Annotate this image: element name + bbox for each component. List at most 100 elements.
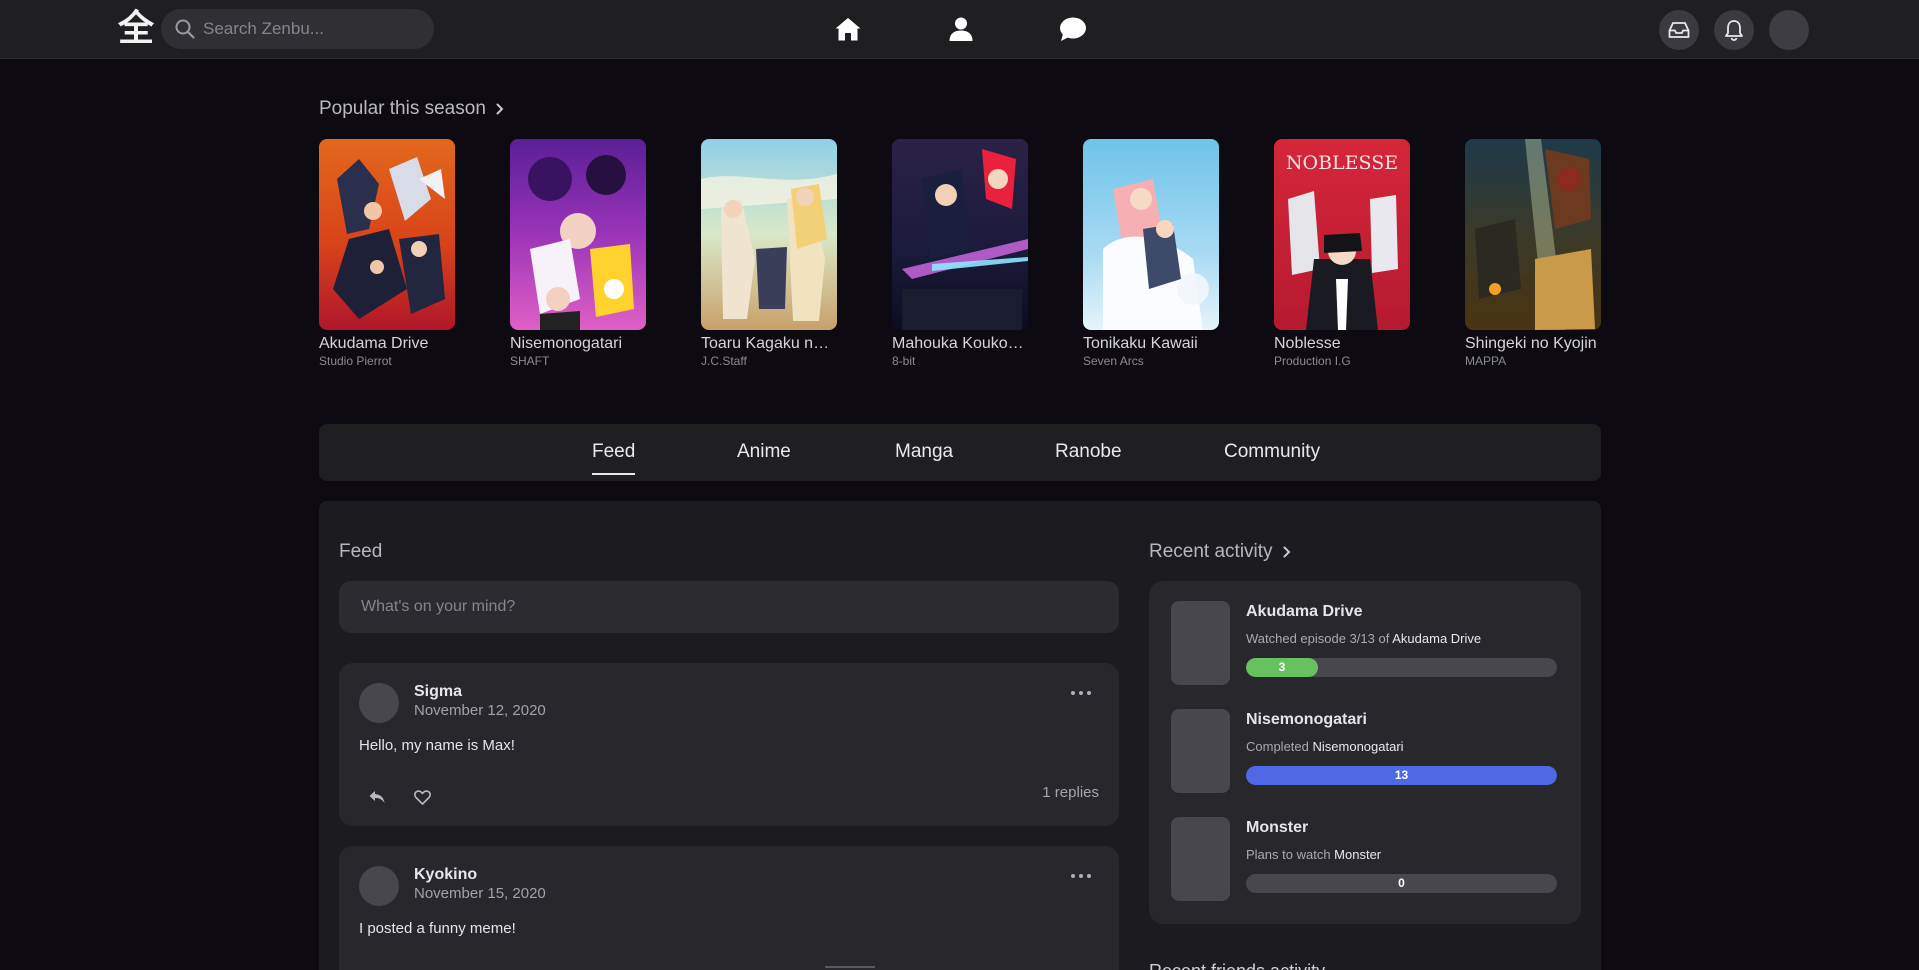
feed-title: Feed [339, 541, 383, 562]
tab-ranobe[interactable]: Ranobe [1055, 441, 1122, 463]
card-title[interactable]: Nisemonogatari [510, 335, 646, 353]
scroll-indicator[interactable] [825, 966, 875, 968]
popular-carousel: Akudama Drive Studio Pierrot Nisemonogat… [319, 139, 1601, 379]
card-title[interactable]: Shingeki no Kyojin [1465, 335, 1601, 353]
anime-card[interactable]: NOBLESSE Noblesse Production I.G [1274, 139, 1410, 368]
post-author[interactable]: Sigma [414, 683, 462, 701]
more-options-icon[interactable] [1071, 691, 1091, 697]
popular-title: Popular this season [319, 98, 486, 119]
activity-desc-prefix: Plans to watch [1246, 847, 1331, 862]
card-studio: MAPPA [1465, 354, 1507, 368]
replies-count[interactable]: 1 replies [1042, 784, 1099, 801]
bell-icon [1725, 20, 1743, 41]
activity-item[interactable]: Monster Plans to watch Monster 0 [1171, 817, 1563, 901]
notifications-button[interactable] [1714, 10, 1754, 50]
tab-anime[interactable]: Anime [737, 441, 791, 463]
progress-count: 13 [1394, 768, 1409, 782]
anime-card[interactable]: Nisemonogatari SHAFT [510, 139, 646, 368]
activity-description: Watched episode 3/13 of Akudama Drive [1246, 631, 1481, 646]
poster-image[interactable]: NOBLESSE [1274, 139, 1410, 330]
poster-image[interactable] [1465, 139, 1601, 330]
progress-count: 3 [1278, 660, 1286, 674]
card-studio: Production I.G [1274, 354, 1351, 368]
chevron-right-icon [1283, 546, 1290, 558]
recent-activity-header[interactable]: Recent activity [1149, 541, 1291, 563]
progress-bar: 3 [1246, 658, 1557, 677]
activity-thumbnail[interactable] [1171, 601, 1230, 685]
post-body: Hello, my name is Max! [359, 737, 515, 754]
poster-logo: NOBLESSE [1286, 152, 1398, 174]
activity-item[interactable]: Akudama Drive Watched episode 3/13 of Ak… [1171, 601, 1563, 685]
card-title[interactable]: Tonikaku Kawaii [1083, 335, 1219, 353]
card-title[interactable]: Akudama Drive [319, 335, 455, 353]
avatar[interactable] [1769, 10, 1809, 50]
activity-desc-target[interactable]: Nisemonogatari [1313, 739, 1404, 754]
poster-image[interactable] [701, 139, 837, 330]
tab-manga[interactable]: Manga [895, 441, 953, 463]
top-navbar: 全 [0, 0, 1919, 59]
activity-thumbnail[interactable] [1171, 817, 1230, 901]
tab-feed[interactable]: Feed [592, 441, 636, 475]
more-options-icon[interactable] [1071, 874, 1091, 880]
progress-bar: 13 [1246, 766, 1557, 785]
progress-bar: 0 [1246, 874, 1557, 893]
main-panel: Feed Sigma November 12, 2020 Hello, my n… [319, 501, 1601, 970]
card-title[interactable]: Noblesse [1274, 335, 1410, 353]
activity-description: Plans to watch Monster [1246, 847, 1381, 862]
card-studio: SHAFT [510, 354, 550, 368]
feed-post: Sigma November 12, 2020 Hello, my name i… [339, 663, 1119, 826]
activity-thumbnail[interactable] [1171, 709, 1230, 793]
activity-desc-prefix: Watched episode 3/13 of [1246, 631, 1390, 646]
activity-title[interactable]: Akudama Drive [1246, 603, 1363, 621]
next-section-title: Recent friends activity [1149, 961, 1325, 970]
card-studio: Studio Pierrot [319, 354, 392, 368]
avatar[interactable] [359, 866, 399, 906]
card-studio: 8-bit [892, 354, 916, 368]
recent-activity-title: Recent activity [1149, 541, 1273, 562]
post-body: I posted a funny meme! [359, 920, 516, 937]
anime-card[interactable]: Shingeki no Kyojin MAPPA [1465, 139, 1601, 368]
poster-image[interactable] [319, 139, 455, 330]
anime-card[interactable]: Tonikaku Kawaii Seven Arcs [1083, 139, 1219, 368]
activity-desc-target[interactable]: Monster [1334, 847, 1381, 862]
inbox-icon [1668, 22, 1690, 38]
feed-post: Kyokino November 15, 2020 I posted a fun… [339, 846, 1119, 970]
post-composer[interactable] [339, 581, 1119, 633]
search-icon [175, 19, 195, 39]
heart-icon[interactable] [414, 790, 431, 805]
main-tabs: Feed Anime Manga Ranobe Community [319, 424, 1601, 481]
card-studio: J.C.Staff [701, 354, 747, 368]
chat-icon[interactable] [1056, 12, 1090, 46]
search-input[interactable] [203, 19, 413, 39]
chevron-right-icon [496, 103, 504, 115]
activity-desc-prefix: Completed [1246, 739, 1309, 754]
post-date: November 12, 2020 [414, 702, 546, 719]
tab-community[interactable]: Community [1224, 441, 1320, 463]
poster-image[interactable] [1083, 139, 1219, 330]
activity-description: Completed Nisemonogatari [1246, 739, 1404, 754]
zenbu-logo[interactable]: 全 [116, 8, 156, 48]
popular-section-header[interactable]: Popular this season [319, 98, 504, 120]
post-author[interactable]: Kyokino [414, 866, 477, 884]
inbox-button[interactable] [1659, 10, 1699, 50]
reply-icon[interactable] [368, 790, 386, 804]
card-title[interactable]: Toaru Kagaku no Railgun T [701, 335, 837, 353]
avatar[interactable] [359, 683, 399, 723]
composer-input[interactable] [361, 598, 1097, 616]
poster-image[interactable] [510, 139, 646, 330]
activity-item[interactable]: Nisemonogatari Completed Nisemonogatari … [1171, 709, 1563, 793]
anime-card[interactable]: Akudama Drive Studio Pierrot [319, 139, 455, 368]
anime-card[interactable]: Toaru Kagaku no Railgun T J.C.Staff [701, 139, 837, 368]
card-studio: Seven Arcs [1083, 354, 1144, 368]
profile-icon[interactable] [944, 12, 978, 46]
search-box[interactable] [161, 9, 434, 49]
activity-title[interactable]: Monster [1246, 819, 1308, 837]
anime-card[interactable]: Mahouka Koukou no Rettousei 8-bit [892, 139, 1028, 368]
poster-image[interactable] [892, 139, 1028, 330]
post-date: November 15, 2020 [414, 885, 546, 902]
progress-count: 0 [1398, 876, 1405, 890]
card-title[interactable]: Mahouka Koukou no Rettousei [892, 335, 1028, 353]
activity-title[interactable]: Nisemonogatari [1246, 711, 1367, 729]
home-icon[interactable] [831, 12, 865, 46]
activity-desc-target[interactable]: Akudama Drive [1392, 631, 1481, 646]
